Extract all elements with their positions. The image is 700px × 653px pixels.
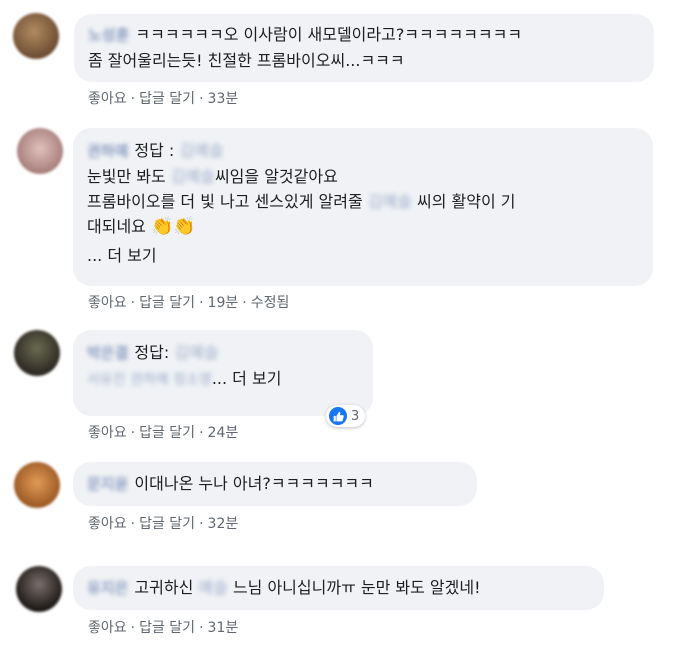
comment-text: 씨임을 알것같아요 (214, 167, 338, 186)
timestamp[interactable]: 33분 (208, 91, 239, 107)
separator: · (130, 295, 136, 311)
comment-actions: 좋아요 · 답글 달기 · 31분 (88, 617, 238, 637)
tagged-name[interactable]: 예슬 (198, 578, 227, 597)
answer-label: 정답 : (134, 141, 175, 160)
comment-bubble: 노성훈 ㅋㅋㅋㅋㅋㅋ오 이사람이 새모델이라고?ㅋㅋㅋㅋㅋㅋㅋㅋ 좀 잘어울리는듯… (74, 14, 654, 82)
reply-link[interactable]: 답글 달기 (139, 620, 195, 636)
see-more-link[interactable]: ... 더 보기 (212, 369, 282, 388)
like-link[interactable]: 좋아요 (88, 295, 127, 311)
separator: · (130, 516, 136, 532)
comment-actions: 좋아요 · 답글 달기 · 24분 (88, 422, 238, 442)
separator: · (199, 516, 204, 532)
avatar[interactable] (13, 13, 59, 59)
tagged-name[interactable]: 김예슬 (171, 167, 215, 186)
separator: · (199, 425, 204, 441)
comment-text: 고귀하신 (134, 578, 194, 597)
comment-bubble: 권하예 정답 : 김예슬 눈빛만 봐도 김예슬씨임을 알것같아요 프롬바이오를 더… (73, 128, 653, 286)
avatar[interactable] (14, 462, 60, 508)
avatar[interactable] (14, 330, 60, 376)
answer-label: 정답: (134, 343, 170, 362)
reaction-count: 3 (351, 408, 360, 424)
comment-text: 씨의 활약이 기 (417, 192, 516, 211)
reply-link[interactable]: 답글 달기 (139, 91, 195, 107)
comment-bubble: 문지윤 이대나온 누나 아녀?ㅋㅋㅋㅋㅋㅋㅋ (73, 462, 477, 506)
like-reaction-icon (329, 407, 347, 425)
author-name[interactable]: 노성훈 (88, 23, 129, 48)
see-more-link[interactable]: ... 더 보기 (87, 243, 157, 268)
comment-text-line2: 좀 잘어울리는듯! 친절한 프롬바이오씨...ㅋㅋㅋ (88, 51, 405, 70)
like-link[interactable]: 좋아요 (88, 620, 127, 636)
comment-actions: 좋아요 · 답글 달기 · 19분 · 수정됨 (88, 292, 289, 312)
tagged-name[interactable]: 김예슬 (179, 141, 223, 160)
author-name[interactable]: 문지윤 (87, 472, 128, 497)
comment-text: 눈빛만 봐도 (87, 167, 166, 186)
like-link[interactable]: 좋아요 (88, 91, 127, 107)
like-link[interactable]: 좋아요 (88, 516, 127, 532)
comment-text: 프롬바이오를 더 빛 나고 센스있게 알려줄 (87, 192, 363, 211)
tagged-name[interactable]: 김예슬 (174, 343, 218, 362)
reply-link[interactable]: 답글 달기 (139, 516, 195, 532)
timestamp[interactable]: 32분 (208, 516, 239, 532)
comment-text-line1: ㅋㅋㅋㅋㅋㅋ오 이사람이 새모델이라고?ㅋㅋㅋㅋㅋㅋㅋㅋ (135, 25, 523, 44)
separator: · (199, 91, 204, 107)
timestamp[interactable]: 19분 (208, 295, 239, 311)
reaction-badge[interactable]: 3 (326, 405, 366, 427)
avatar[interactable] (16, 566, 62, 612)
like-link[interactable]: 좋아요 (88, 425, 127, 441)
comment-actions: 좋아요 · 답글 달기 · 32분 (88, 513, 238, 533)
comment-text: 느님 아니십니까ㅠ 눈만 봐도 알겠네! (232, 578, 481, 597)
comment-bubble: 유지은 고귀하신 예슬 느님 아니십니까ㅠ 눈만 봐도 알겠네! (73, 566, 604, 610)
reply-link[interactable]: 답글 달기 (139, 295, 195, 311)
author-name[interactable]: 박은결 (87, 341, 128, 366)
separator: · (242, 295, 247, 311)
separator: · (130, 425, 136, 441)
separator: · (130, 91, 136, 107)
tagged-name[interactable]: 김예슬 (368, 192, 412, 211)
reply-link[interactable]: 답글 달기 (139, 425, 195, 441)
tagged-names[interactable]: 서유진 권하예 정소영 (87, 372, 212, 388)
edited-label[interactable]: 수정됨 (251, 295, 290, 311)
comment-actions: 좋아요 · 답글 달기 · 33분 (88, 88, 238, 108)
separator: · (130, 620, 136, 636)
author-name[interactable]: 권하예 (87, 139, 128, 164)
avatar[interactable] (17, 128, 63, 174)
timestamp[interactable]: 31분 (208, 620, 239, 636)
comment-bubble: 박은결 정답: 김예슬 서유진 권하예 정소영... 더 보기 (73, 330, 373, 416)
timestamp[interactable]: 24분 (208, 425, 239, 441)
author-name[interactable]: 유지은 (87, 576, 128, 601)
separator: · (199, 295, 204, 311)
separator: · (199, 620, 204, 636)
clapping-hands-icon: 👏👏 (150, 216, 196, 237)
comment-text: 대되네요 (87, 217, 146, 236)
comment-text: 이대나온 누나 아녀?ㅋㅋㅋㅋㅋㅋㅋ (134, 474, 374, 493)
